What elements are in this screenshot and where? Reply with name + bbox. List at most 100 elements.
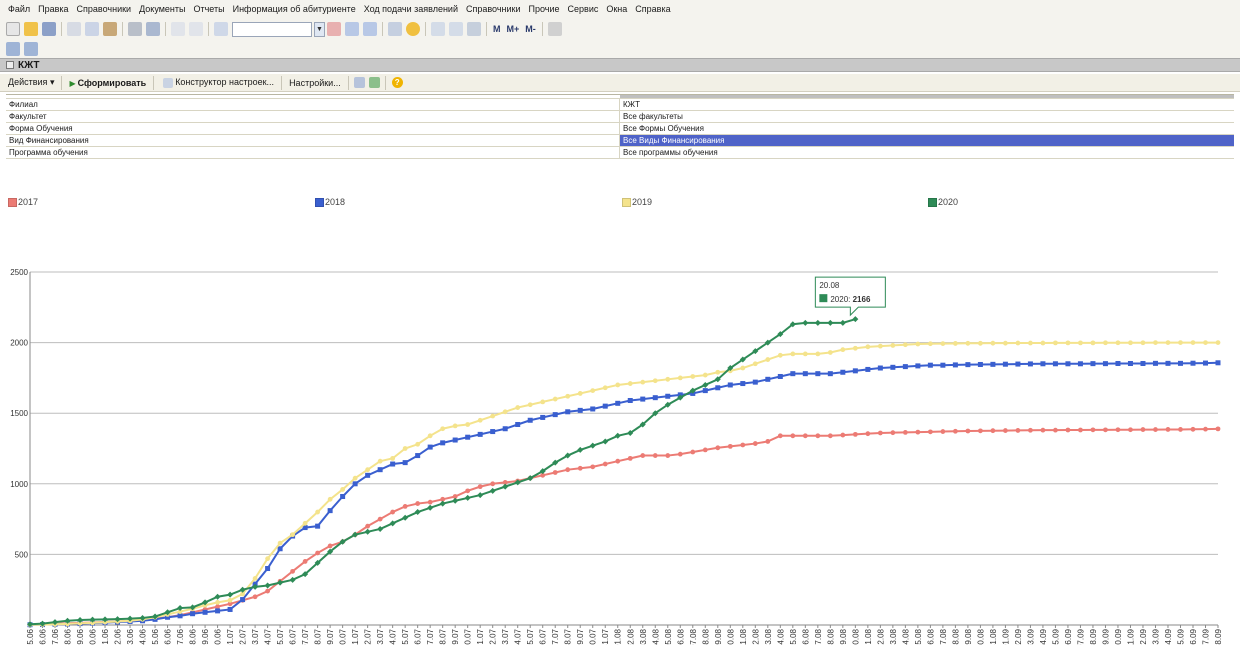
data-point bbox=[265, 556, 270, 562]
menu-item[interactable]: Правка bbox=[34, 4, 72, 14]
data-point bbox=[215, 600, 220, 605]
settings-row[interactable]: Вид Финансирования Все Виды Финансировани… bbox=[6, 135, 1234, 147]
clear-search-icon[interactable] bbox=[327, 22, 341, 36]
chevron-down-icon[interactable]: ▼ bbox=[314, 21, 325, 37]
cut-icon[interactable] bbox=[67, 22, 81, 36]
setting-value[interactable]: Все Формы Обучения bbox=[620, 123, 1234, 134]
x-tick-label: 08.07 bbox=[314, 628, 323, 645]
x-tick-label: 18.06 bbox=[64, 628, 73, 645]
menu-item[interactable]: Окна bbox=[602, 4, 631, 14]
setting-value[interactable]: Все Виды Финансирования bbox=[620, 135, 1234, 146]
table-icon[interactable] bbox=[431, 22, 445, 36]
settings-row[interactable]: Форма Обучения Все Формы Обучения bbox=[6, 123, 1234, 135]
settings-constructor-button[interactable]: Конструктор настроек... bbox=[157, 77, 278, 88]
data-point bbox=[1165, 340, 1171, 345]
x-tick-label: 13.08 bbox=[764, 628, 773, 645]
find-next-icon[interactable] bbox=[345, 22, 359, 36]
structure-icon[interactable] bbox=[6, 42, 20, 56]
tools-icon[interactable] bbox=[547, 22, 562, 36]
legend-item[interactable]: 2020 bbox=[928, 197, 958, 207]
settings-button[interactable]: Настройки... bbox=[285, 78, 345, 88]
data-point bbox=[1065, 340, 1071, 346]
data-point bbox=[1102, 361, 1108, 367]
copy-icon[interactable] bbox=[85, 22, 99, 36]
save-icon[interactable] bbox=[42, 22, 56, 36]
settings-row[interactable]: Факультет Все факультеты bbox=[6, 111, 1234, 123]
tooltip-value: 2020: 2166 bbox=[830, 295, 871, 304]
data-point bbox=[765, 357, 771, 362]
memory-button[interactable]: M bbox=[490, 24, 504, 34]
data-point bbox=[740, 442, 746, 448]
data-point bbox=[902, 364, 908, 370]
data-point bbox=[402, 446, 408, 451]
data-point bbox=[1140, 427, 1146, 432]
standard-toolbar: ▼ M M+ M- bbox=[0, 18, 1240, 40]
data-point bbox=[627, 397, 633, 403]
menu-item[interactable]: Справка bbox=[631, 4, 674, 14]
legend-item[interactable]: 2019 bbox=[622, 197, 652, 207]
print-preview-icon[interactable] bbox=[146, 22, 160, 36]
menu-item[interactable]: Файл bbox=[4, 4, 34, 14]
actions-menu-button[interactable]: Действия ▾ bbox=[4, 77, 58, 88]
memory-add-button[interactable]: M+ bbox=[504, 24, 523, 34]
info-icon[interactable] bbox=[406, 22, 420, 36]
calculator-icon[interactable] bbox=[467, 22, 481, 36]
settings-row[interactable]: Филиал КЖТ bbox=[6, 99, 1234, 111]
chart-settings-icon[interactable] bbox=[353, 77, 365, 88]
legend-item[interactable]: 2018 bbox=[315, 197, 345, 207]
menu-item[interactable]: Справочники bbox=[462, 4, 525, 14]
data-point bbox=[364, 528, 371, 535]
generate-report-button[interactable]: ▶ Сформировать bbox=[65, 78, 150, 88]
data-point bbox=[915, 363, 921, 369]
x-tick-label: 16.07 bbox=[414, 628, 423, 645]
menu-item[interactable]: Документы bbox=[135, 4, 189, 14]
data-point bbox=[277, 546, 283, 552]
paste-icon[interactable] bbox=[103, 22, 117, 36]
menu-item[interactable]: Сервис bbox=[564, 4, 603, 14]
setting-value[interactable]: Все программы обучения bbox=[620, 147, 1234, 158]
menu-item[interactable]: Прочие bbox=[525, 4, 564, 14]
data-point bbox=[815, 371, 821, 377]
x-tick-label: 28.08 bbox=[951, 628, 960, 645]
setting-value[interactable]: КЖТ bbox=[620, 99, 1234, 110]
data-point bbox=[752, 441, 758, 446]
print-icon[interactable] bbox=[128, 22, 142, 36]
structure-menu-icon[interactable] bbox=[24, 42, 38, 56]
setting-value[interactable]: Все факультеты bbox=[620, 111, 1234, 122]
data-point bbox=[565, 409, 571, 415]
redo-icon[interactable] bbox=[189, 22, 203, 36]
data-point bbox=[990, 428, 996, 434]
new-document-icon[interactable] bbox=[6, 22, 20, 36]
x-tick-label: 05.09 bbox=[1051, 628, 1060, 645]
x-tick-label: 17.09 bbox=[1201, 628, 1210, 645]
x-tick-label: 17.07 bbox=[426, 628, 435, 645]
memory-subtract-button[interactable]: M- bbox=[522, 24, 539, 34]
menu-item[interactable]: Ход подачи заявлений bbox=[360, 4, 462, 14]
calendar-icon[interactable] bbox=[449, 22, 463, 36]
open-folder-icon[interactable] bbox=[24, 22, 38, 36]
window-icon[interactable] bbox=[388, 22, 402, 36]
x-tick-label: 24.08 bbox=[901, 628, 910, 645]
help-icon[interactable]: ? bbox=[391, 77, 403, 88]
x-tick-label: 22.08 bbox=[876, 628, 885, 645]
menu-item[interactable]: Справочники bbox=[73, 4, 136, 14]
search-icon[interactable] bbox=[214, 22, 228, 36]
data-point bbox=[552, 470, 558, 475]
data-point bbox=[802, 351, 808, 357]
data-point bbox=[215, 608, 221, 614]
data-point bbox=[415, 453, 421, 459]
legend-item[interactable]: 2017 bbox=[8, 197, 38, 207]
export-icon[interactable] bbox=[368, 77, 380, 88]
menu-item[interactable]: Отчеты bbox=[189, 4, 228, 14]
tooltip-swatch bbox=[819, 294, 828, 303]
menu-item[interactable]: Информация об абитуриенте bbox=[229, 4, 360, 14]
data-point bbox=[1103, 340, 1108, 346]
data-point bbox=[1078, 340, 1083, 346]
find-previous-icon[interactable] bbox=[363, 22, 377, 36]
settings-row[interactable]: Программа обучения Все программы обучения bbox=[6, 147, 1234, 159]
data-point bbox=[377, 516, 383, 522]
search-input[interactable] bbox=[232, 21, 312, 37]
undo-icon[interactable] bbox=[171, 22, 185, 36]
data-point bbox=[590, 464, 596, 470]
data-point bbox=[402, 460, 408, 466]
